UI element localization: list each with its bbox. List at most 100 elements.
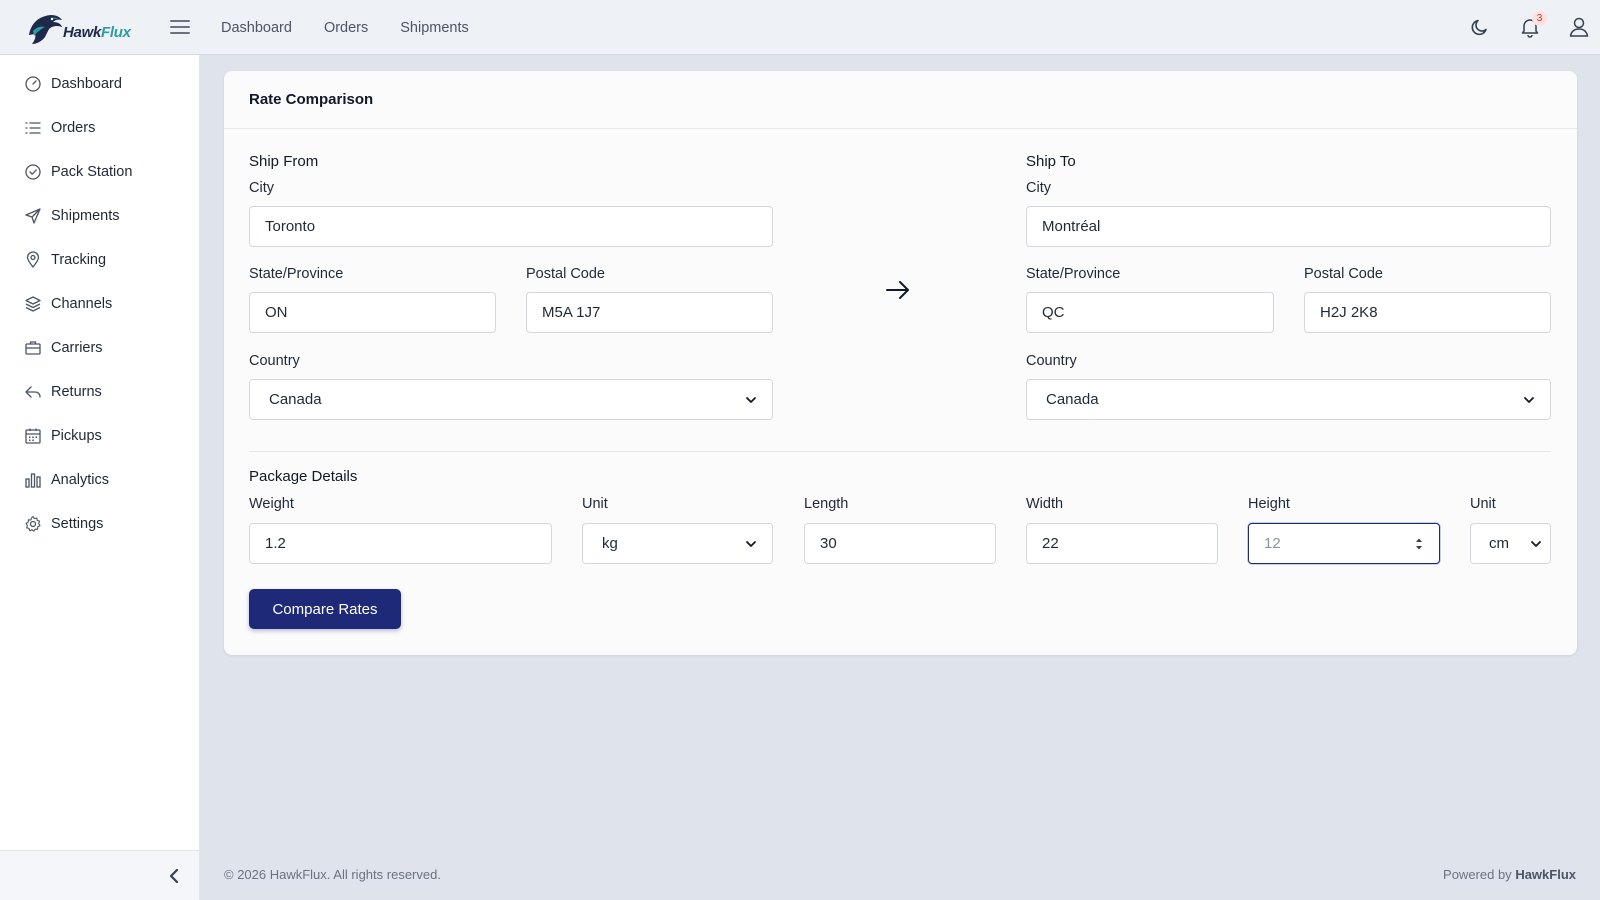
ship-to-state-value: QC [1042, 304, 1065, 321]
sidebar-item-label: Returns [51, 384, 102, 400]
chevron-down-icon [1524, 396, 1534, 403]
sidebar-item-label: Pickups [51, 428, 102, 444]
brand-logo[interactable]: HawkFlux [0, 0, 145, 55]
chevron-left-icon[interactable] [166, 868, 182, 884]
send-icon [25, 208, 41, 224]
ship-from-state-input[interactable]: ON [249, 292, 496, 333]
ship-to-postal-label: Postal Code [1304, 266, 1383, 282]
weight-unit-label: Unit [582, 496, 608, 512]
sidebar-item-pack-station[interactable]: Pack Station [24, 161, 132, 183]
length-value: 30 [820, 535, 837, 552]
notification-badge: 3 [1532, 11, 1547, 26]
hawk-logo-icon [29, 15, 62, 44]
ship-to-city-input[interactable]: Montréal [1026, 206, 1551, 247]
sidebar-item-label: Orders [51, 120, 96, 136]
width-input[interactable]: 22 [1026, 523, 1218, 564]
ship-to-city-value: Montréal [1042, 218, 1101, 235]
briefcase-icon [25, 341, 41, 355]
chevron-down-icon [746, 540, 756, 547]
chevron-down-icon [746, 396, 756, 403]
weight-input[interactable]: 1.2 [249, 523, 552, 564]
ship-from-state-label: State/Province [249, 266, 344, 282]
menu-toggle-icon[interactable] [168, 16, 192, 38]
sidebar-item-label: Shipments [51, 208, 120, 224]
top-bar: HawkFlux Dashboard Orders Shipments 3 [0, 0, 1600, 55]
sidebar-item-label: Channels [51, 296, 113, 312]
weight-unit-select[interactable]: kg [582, 523, 773, 564]
ship-from-postal-label: Postal Code [526, 266, 605, 282]
sidebar-item-tracking[interactable]: Tracking [24, 249, 106, 271]
ship-to-postal-value: H2J 2K8 [1320, 304, 1378, 321]
ship-to-country-label: Country [1026, 353, 1077, 369]
ship-to-country-select[interactable]: Canada [1026, 379, 1551, 420]
sidebar-item-returns[interactable]: Returns [24, 381, 102, 403]
length-input[interactable]: 30 [804, 523, 996, 564]
card-title: Rate Comparison [249, 91, 374, 108]
list-icon [25, 122, 41, 134]
ship-to-city-label: City [1026, 180, 1051, 196]
top-navigation: Dashboard Orders Shipments [221, 0, 469, 55]
topnav-orders[interactable]: Orders [324, 20, 368, 36]
check-circle-icon [25, 164, 41, 180]
dimension-unit-value: cm [1489, 535, 1509, 552]
sidebar-item-label: Dashboard [51, 76, 122, 92]
ship-from-country-value: Canada [269, 391, 322, 408]
gauge-icon [25, 76, 41, 92]
dimension-unit-select[interactable]: cm [1470, 523, 1551, 564]
width-value: 22 [1042, 535, 1059, 552]
ship-to-postal-input[interactable]: H2J 2K8 [1304, 292, 1551, 333]
arrow-right-icon [886, 281, 909, 299]
number-stepper-icon[interactable] [1414, 536, 1424, 552]
sidebar: Dashboard Orders Pack Station Shipments … [0, 55, 200, 850]
user-icon[interactable] [1568, 16, 1590, 38]
section-divider [249, 451, 1551, 452]
card-header: Rate Comparison [224, 71, 1577, 129]
ship-from-postal-value: M5A 1J7 [542, 304, 601, 321]
ship-from-city-input[interactable]: Toronto [249, 206, 773, 247]
powered-by-brand[interactable]: HawkFlux [1515, 867, 1576, 882]
sidebar-item-label: Carriers [51, 340, 103, 356]
dimension-unit-label: Unit [1470, 496, 1496, 512]
width-label: Width [1026, 496, 1064, 512]
ship-to-state-input[interactable]: QC [1026, 292, 1274, 333]
moon-icon[interactable] [1469, 16, 1491, 38]
height-label: Height [1248, 496, 1290, 512]
layers-icon [25, 296, 41, 312]
topnav-shipments[interactable]: Shipments [400, 20, 469, 36]
sidebar-item-shipments[interactable]: Shipments [24, 205, 120, 227]
sidebar-item-label: Settings [51, 516, 104, 532]
compare-rates-button[interactable]: Compare Rates [249, 589, 401, 629]
sidebar-item-settings[interactable]: Settings [24, 513, 103, 535]
sidebar-item-analytics[interactable]: Analytics [24, 469, 109, 491]
ship-from-city-value: Toronto [265, 218, 316, 235]
rate-comparison-card: Rate Comparison Ship From City Toronto S… [224, 71, 1577, 655]
map-pin-icon [26, 251, 40, 269]
sidebar-item-dashboard[interactable]: Dashboard [24, 73, 122, 95]
chevron-down-icon [1531, 540, 1541, 547]
weight-unit-value: kg [602, 535, 618, 552]
calendar-icon [25, 428, 41, 444]
sidebar-item-pickups[interactable]: Pickups [24, 425, 102, 447]
weight-label: Weight [249, 496, 294, 512]
length-label: Length [804, 496, 849, 512]
sidebar-item-channels[interactable]: Channels [24, 293, 112, 315]
ship-from-country-select[interactable]: Canada [249, 379, 773, 420]
sidebar-item-orders[interactable]: Orders [24, 117, 95, 139]
sidebar-item-carriers[interactable]: Carriers [24, 337, 103, 359]
footer-powered-by: Powered by HawkFlux [1443, 867, 1576, 882]
weight-value: 1.2 [265, 535, 286, 552]
sidebar-item-label: Tracking [51, 252, 107, 268]
sidebar-item-label: Pack Station [51, 164, 133, 180]
bar-chart-icon [25, 473, 41, 488]
ship-from-city-label: City [249, 180, 274, 196]
footer-copyright: © 2026 HawkFlux. All rights reserved. [224, 867, 441, 882]
topnav-dashboard[interactable]: Dashboard [221, 20, 292, 36]
sidebar-footer [0, 850, 200, 900]
ship-from-postal-input[interactable]: M5A 1J7 [526, 292, 773, 333]
height-input[interactable]: 12 [1248, 523, 1440, 564]
ship-to-country-value: Canada [1046, 391, 1099, 408]
ship-from-state-value: ON [265, 304, 288, 321]
gear-icon [25, 515, 41, 532]
sidebar-item-label: Analytics [51, 472, 110, 488]
ship-from-title: Ship From [249, 153, 319, 170]
